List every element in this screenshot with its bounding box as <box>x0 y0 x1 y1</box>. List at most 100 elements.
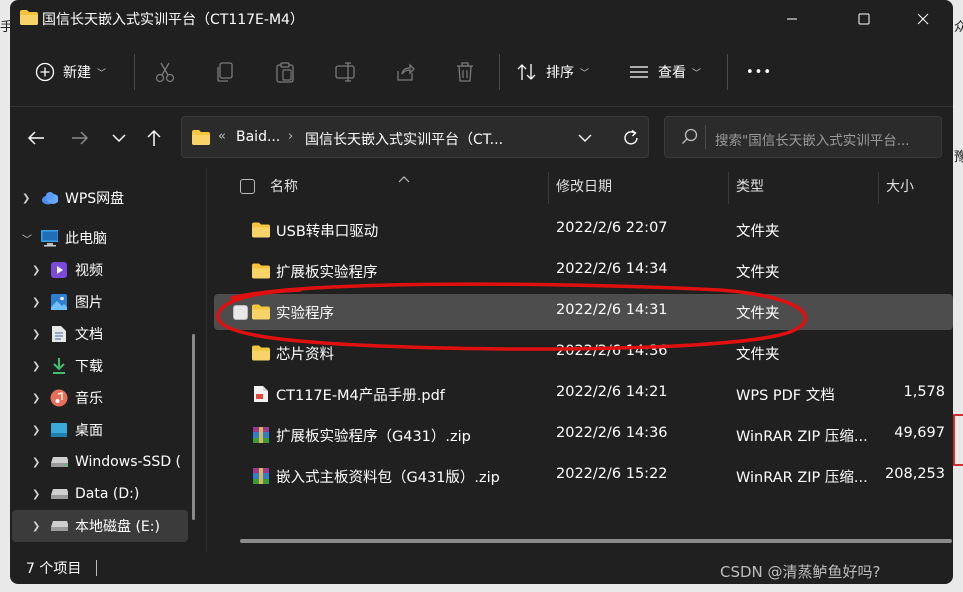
pane-divider[interactable] <box>206 168 207 552</box>
sidebar-item-music[interactable]: ❯ 音乐 <box>10 382 188 414</box>
document-icon <box>50 325 68 343</box>
search-icon <box>682 128 698 144</box>
title-bar[interactable]: 国信长天嵌入式实训平台（CT117E-M4） <box>10 0 953 38</box>
rename-button[interactable] <box>333 60 357 84</box>
video-icon <box>50 261 68 279</box>
up-button[interactable] <box>140 124 168 152</box>
more-options-button[interactable]: ••• <box>746 53 772 91</box>
background-text-right: 众 <box>954 20 963 35</box>
minimize-icon <box>787 18 797 20</box>
recent-locations-button[interactable] <box>105 124 133 152</box>
chevron-right-icon[interactable]: ❯ <box>32 361 40 372</box>
cut-icon <box>155 62 175 83</box>
sidebar-item-pictures[interactable]: ❯ 图片 <box>10 286 188 318</box>
cloud-icon <box>40 189 58 207</box>
select-all-checkbox[interactable] <box>240 179 255 194</box>
search-box[interactable]: 搜索"国信长天嵌入式实训平台... <box>664 116 942 158</box>
picture-icon <box>50 293 68 311</box>
status-divider <box>96 560 97 576</box>
file-type: WinRAR ZIP 压缩... <box>736 429 868 445</box>
column-resize-handle[interactable] <box>548 172 549 204</box>
close-icon <box>917 13 929 25</box>
sidebar-item-videos[interactable]: ❯ 视频 <box>10 254 188 286</box>
sidebar-item-label: 图片 <box>75 295 103 311</box>
chevron-right-icon[interactable]: ❯ <box>32 489 40 500</box>
chevron-right-icon[interactable]: ❯ <box>22 193 30 204</box>
sidebar-item-documents[interactable]: ❯ 文档 <box>10 318 188 350</box>
paste-button[interactable] <box>273 60 297 84</box>
sidebar-item-label: 视频 <box>75 263 103 279</box>
file-row[interactable]: CT117E-M4产品手册.pdf 2022/2/6 14:21 WPS PDF… <box>214 376 953 412</box>
chevron-right-icon[interactable]: ❯ <box>32 425 40 436</box>
copy-button[interactable] <box>213 60 237 84</box>
file-date: 2022/2/6 14:34 <box>556 261 668 277</box>
music-icon <box>50 389 68 407</box>
chevron-right-icon[interactable]: ❯ <box>32 265 40 276</box>
share-button[interactable] <box>393 60 417 84</box>
file-list: 名称 修改日期 类型 大小 USB转串口驱动 2022/2/6 22:07 文件… <box>210 168 953 552</box>
view-button[interactable]: 查看 ﹀ <box>628 53 701 91</box>
sidebar-item-desktop[interactable]: ❯ 桌面 <box>10 414 188 446</box>
file-explorer-window: 国信长天嵌入式实训平台（CT117E-M4） 新建 ﹀ 排序 ﹀ 查看 ﹀ ••… <box>10 0 953 584</box>
sidebar-item-local-disk-e[interactable]: ❯ 本地磁盘 (E:) <box>12 510 188 542</box>
chevron-down-icon: ﹀ <box>692 68 702 79</box>
file-row[interactable]: 芯片资料 2022/2/6 14:36 文件夹 <box>214 335 953 371</box>
forward-button[interactable] <box>66 124 94 152</box>
sidebar-item-this-pc[interactable]: ﹀ 此电脑 <box>10 222 188 254</box>
file-row[interactable]: 嵌入式主板资料包（G431版）.zip 2022/2/6 15:22 WinRA… <box>214 458 953 494</box>
sort-label: 排序 <box>546 65 574 81</box>
sidebar-item-data-d[interactable]: ❯ Data (D:) <box>10 478 188 510</box>
desktop-icon <box>50 421 68 439</box>
file-row[interactable]: 扩展板实验程序 2022/2/6 14:34 文件夹 <box>214 253 953 289</box>
background-red-frame <box>953 414 963 466</box>
paste-icon <box>276 62 294 83</box>
chevron-right-icon[interactable]: ❯ <box>32 393 40 404</box>
chevron-right-icon[interactable]: ❯ <box>32 297 40 308</box>
sidebar-scrollbar[interactable] <box>192 334 195 520</box>
row-checkbox[interactable] <box>233 305 248 320</box>
column-resize-handle[interactable] <box>728 172 729 204</box>
folder-icon <box>252 345 270 361</box>
column-header-type[interactable]: 类型 <box>736 176 764 196</box>
horizontal-scrollbar[interactable] <box>240 539 952 543</box>
arrow-up-icon <box>147 129 161 146</box>
file-row-selected[interactable]: 实验程序 2022/2/6 14:31 文件夹 <box>214 294 953 330</box>
sidebar-item-windows-ssd[interactable]: ❯ Windows-SSD ( <box>10 446 188 478</box>
maximize-button[interactable] <box>841 0 887 38</box>
breadcrumb-item[interactable]: Baid... <box>236 129 280 145</box>
computer-icon <box>40 229 58 247</box>
sort-button[interactable]: 排序 ﹀ <box>516 53 589 91</box>
file-row[interactable]: 扩展板实验程序（G431）.zip 2022/2/6 14:36 WinRAR … <box>214 417 953 453</box>
close-button[interactable] <box>900 0 946 38</box>
column-header-date[interactable]: 修改日期 <box>556 176 612 196</box>
file-row[interactable]: USB转串口驱动 2022/2/6 22:07 文件夹 <box>214 212 953 248</box>
chevron-right-icon[interactable]: ❯ <box>32 521 40 532</box>
chevron-down-icon[interactable] <box>578 133 592 143</box>
sidebar-item-wps-cloud[interactable]: ❯ WPS网盘 <box>10 182 188 214</box>
breadcrumb-item[interactable]: 国信长天嵌入式实训平台（CT... <box>305 129 503 149</box>
refresh-icon[interactable] <box>622 129 640 147</box>
column-header-size[interactable]: 大小 <box>886 176 914 196</box>
new-button[interactable]: 新建 ﹀ <box>35 53 106 91</box>
view-icon <box>628 63 650 81</box>
column-resize-handle[interactable] <box>878 172 879 204</box>
breadcrumb-overflow-icon[interactable]: « <box>218 129 226 144</box>
sidebar-item-label: 文档 <box>75 327 103 343</box>
address-bar[interactable]: « Baid... › 国信长天嵌入式实训平台（CT... <box>181 116 649 158</box>
column-header-name[interactable]: 名称 <box>270 176 298 196</box>
toolbar-divider <box>499 54 500 90</box>
pdf-icon <box>254 386 268 402</box>
toolbar-divider <box>134 54 135 90</box>
chevron-down-icon[interactable]: ﹀ <box>22 231 32 246</box>
delete-button[interactable] <box>453 60 477 84</box>
window-title: 国信长天嵌入式实训平台（CT117E-M4） <box>42 12 304 28</box>
back-button[interactable] <box>22 124 50 152</box>
minimize-button[interactable] <box>769 0 815 38</box>
watermark-text: CSDN @清蒸鲈鱼好吗? <box>720 563 881 581</box>
chevron-right-icon[interactable]: ❯ <box>32 457 40 468</box>
search-input[interactable]: 搜索"国信长天嵌入式实训平台... <box>715 129 910 149</box>
chevron-right-icon[interactable]: ❯ <box>32 329 40 340</box>
cut-button[interactable] <box>153 60 177 84</box>
sidebar-item-label: Data (D:) <box>75 486 140 502</box>
sidebar-item-downloads[interactable]: ❯ 下载 <box>10 350 188 382</box>
